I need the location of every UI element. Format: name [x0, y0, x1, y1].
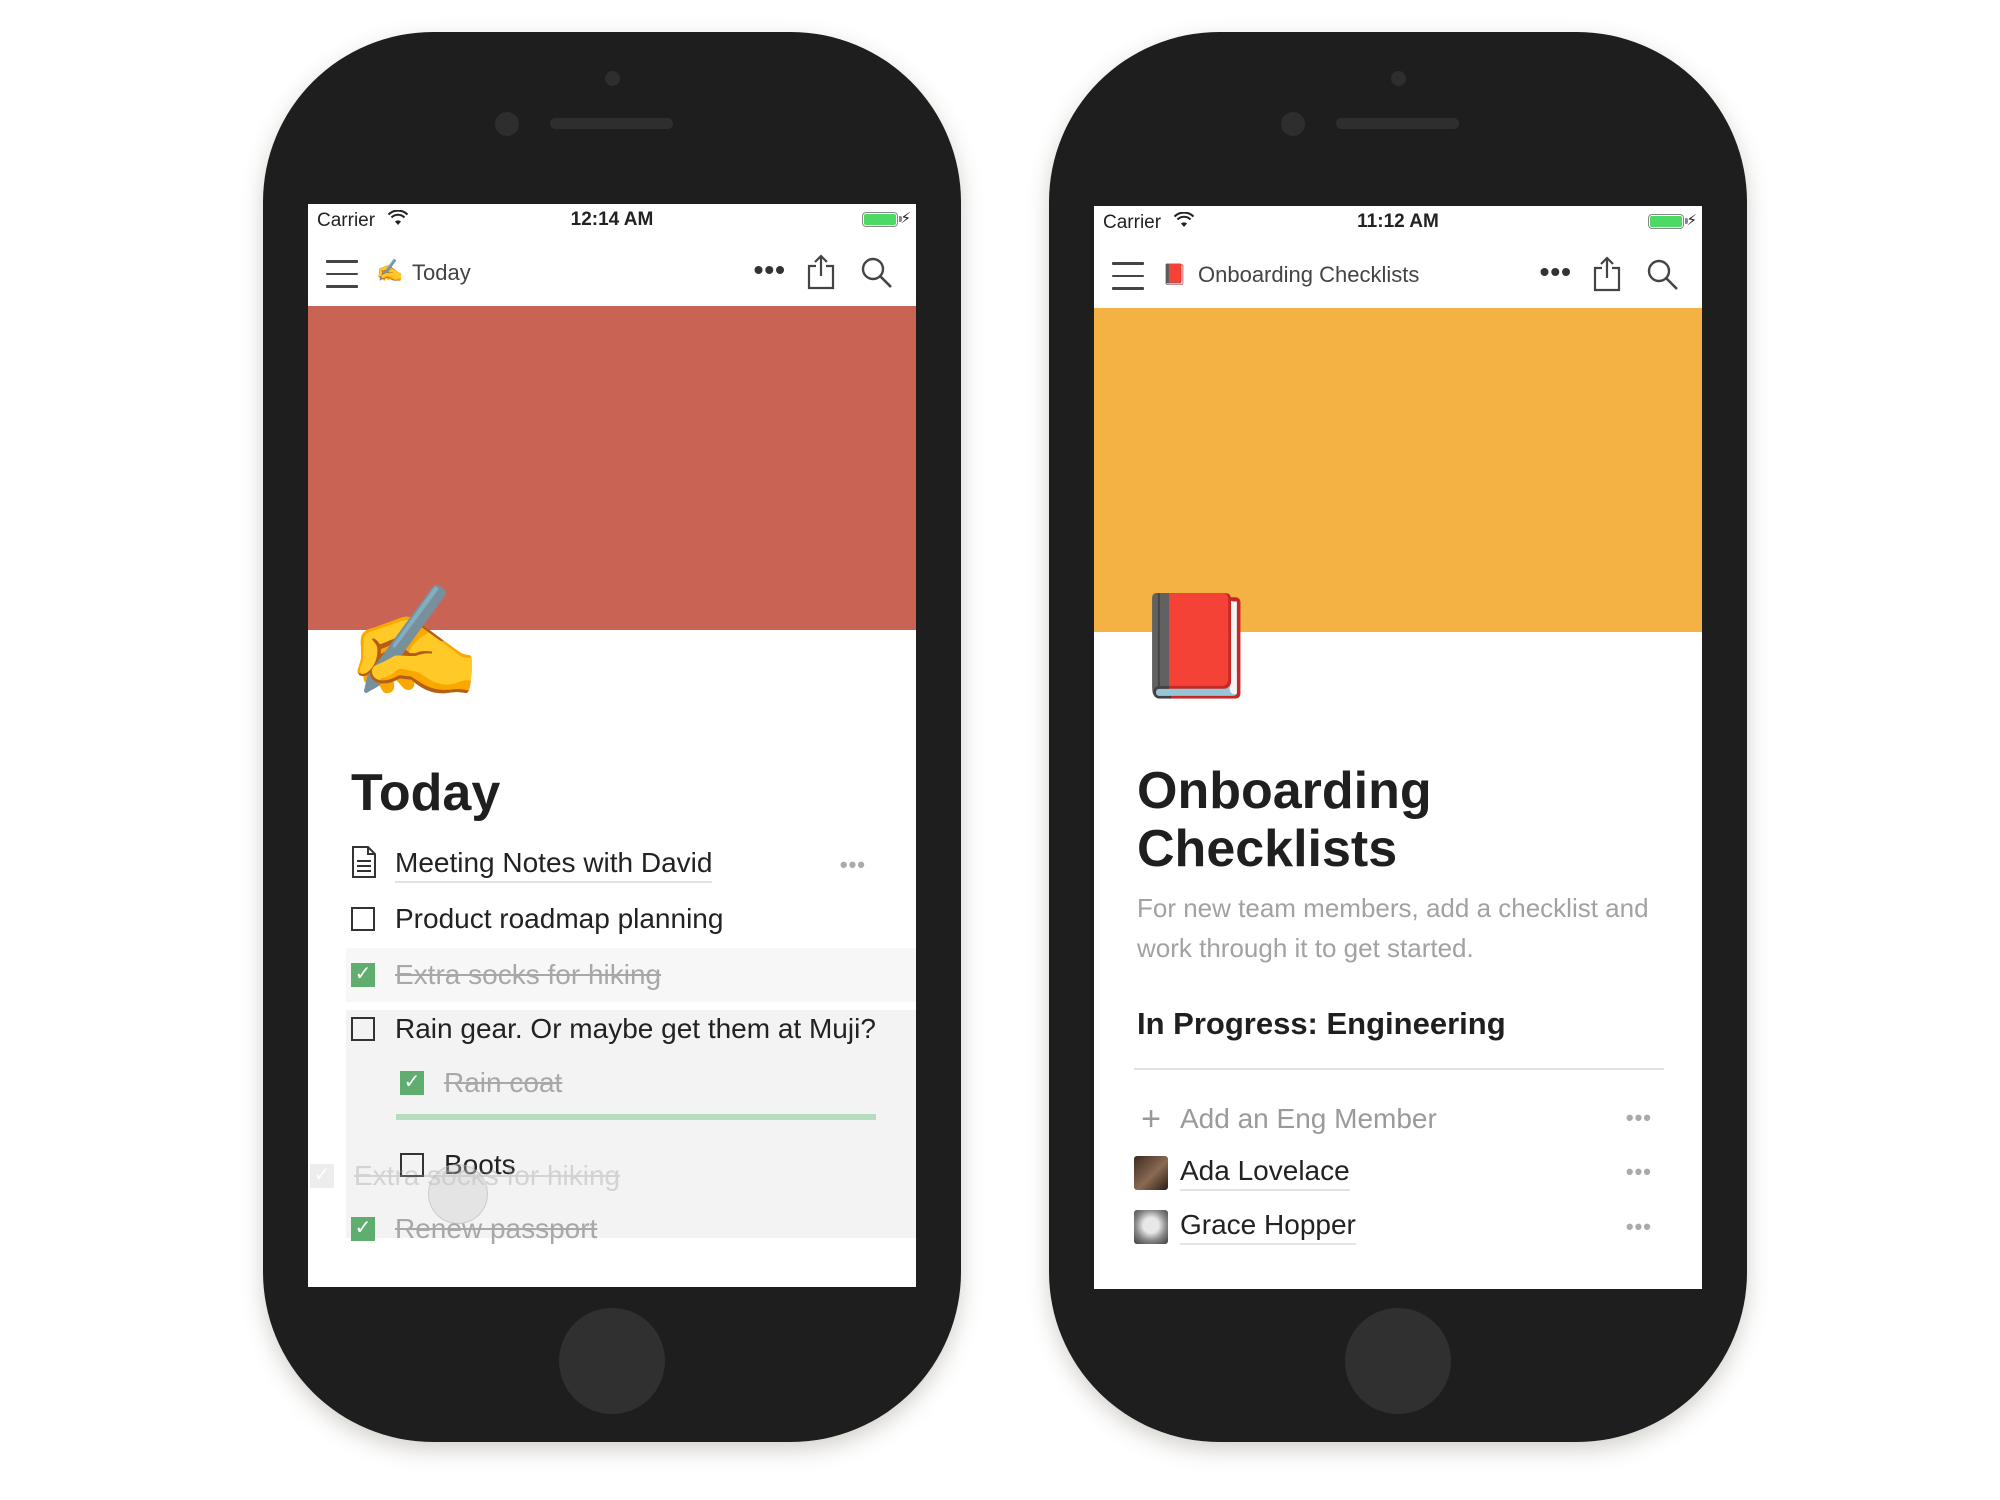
page-cover[interactable]: [1094, 308, 1702, 632]
plus-icon: +: [1141, 1099, 1161, 1138]
add-member-button[interactable]: + Add an Eng Member: [1134, 1094, 1674, 1144]
member-more-button[interactable]: •••: [1626, 1214, 1652, 1240]
page-icon-writing-hand[interactable]: ✍️: [346, 588, 483, 698]
front-camera: [1391, 71, 1406, 86]
hamburger-menu-icon[interactable]: [326, 260, 358, 288]
page-link-text[interactable]: Meeting Notes with David: [395, 847, 713, 883]
checkbox-checked[interactable]: ✓: [351, 963, 375, 987]
phone-device-today: Carrier 12:14 AM ⚡ ✍️ Today ••• ✍️ Today: [263, 32, 961, 1442]
section-heading[interactable]: In Progress: Engineering: [1137, 1006, 1506, 1042]
front-camera: [605, 71, 620, 86]
more-options-button[interactable]: •••: [1540, 256, 1572, 288]
status-bar: Carrier 12:14 AM ⚡: [308, 204, 916, 240]
proximity-sensor: [1281, 112, 1305, 136]
block-more-button[interactable]: •••: [840, 852, 866, 878]
page-icon-red-book[interactable]: 📕: [1134, 596, 1259, 696]
hamburger-menu-icon[interactable]: [1112, 262, 1144, 290]
share-icon[interactable]: [1592, 256, 1622, 297]
add-member-label: Add an Eng Member: [1180, 1103, 1437, 1134]
member-row[interactable]: Grace Hopper: [1134, 1202, 1674, 1252]
status-bar: Carrier 11:12 AM ⚡: [1094, 206, 1702, 242]
checkbox-checked: ✓: [310, 1164, 334, 1188]
avatar: [1134, 1156, 1168, 1190]
todo-text[interactable]: Rain gear. Or maybe get them at Muji?: [395, 1013, 876, 1045]
page-title[interactable]: Today: [351, 764, 500, 822]
member-row[interactable]: Ada Lovelace: [1134, 1148, 1674, 1198]
todo-item: ✓ Extra socks for hiking: [351, 950, 661, 1000]
charging-bolt-icon: ⚡: [1686, 212, 1697, 229]
todo-item: Rain gear. Or maybe get them at Muji?: [351, 1004, 876, 1054]
checkbox-checked[interactable]: ✓: [400, 1071, 424, 1095]
todo-text[interactable]: Extra socks for hiking: [395, 959, 661, 991]
breadcrumb-title[interactable]: Today: [412, 260, 471, 286]
checkbox[interactable]: [351, 1017, 375, 1041]
todo-text[interactable]: Product roadmap planning: [395, 903, 723, 935]
member-name[interactable]: Grace Hopper: [1180, 1209, 1356, 1245]
home-button[interactable]: [559, 1308, 665, 1414]
todo-item-nested: ✓ Rain coat: [400, 1058, 562, 1108]
todo-text[interactable]: Rain coat: [444, 1067, 562, 1099]
battery-icon: [862, 212, 902, 227]
nav-bar: 📕 Onboarding Checklists •••: [1094, 242, 1702, 308]
avatar: [1134, 1210, 1168, 1244]
todo-item: Product roadmap planning: [351, 894, 723, 944]
share-icon[interactable]: [806, 254, 836, 295]
page-title-line2: Checklists: [1137, 820, 1398, 878]
document-icon: [351, 845, 377, 885]
proximity-sensor: [495, 112, 519, 136]
page-emoji-icon: ✍️: [376, 258, 404, 283]
screen: Carrier 12:14 AM ⚡ ✍️ Today ••• ✍️ Today: [308, 204, 916, 1287]
todo-text[interactable]: Renew passport: [395, 1213, 597, 1245]
page-link-block[interactable]: Meeting Notes with David: [351, 840, 891, 890]
drop-indicator: [396, 1114, 876, 1120]
phone-device-onboarding: Carrier 11:12 AM ⚡ 📕 Onboarding Checklis…: [1049, 32, 1747, 1442]
member-name[interactable]: Ada Lovelace: [1180, 1155, 1350, 1191]
page-title[interactable]: Onboarding Checklists: [1137, 762, 1432, 878]
member-more-button[interactable]: •••: [1626, 1159, 1652, 1185]
screen: Carrier 11:12 AM ⚡ 📕 Onboarding Checklis…: [1094, 206, 1702, 1289]
earpiece-speaker: [1336, 118, 1459, 129]
earpiece-speaker: [550, 118, 673, 129]
nav-bar: ✍️ Today •••: [308, 240, 916, 306]
charging-bolt-icon: ⚡: [900, 210, 911, 227]
add-row-more-button[interactable]: •••: [1626, 1105, 1652, 1131]
checkbox-checked[interactable]: ✓: [351, 1217, 375, 1241]
breadcrumb-title[interactable]: Onboarding Checklists: [1198, 262, 1419, 288]
todo-item: ✓ Renew passport: [351, 1204, 597, 1254]
search-icon[interactable]: [860, 256, 894, 295]
clock: 12:14 AM: [570, 209, 654, 230]
home-button[interactable]: [1345, 1308, 1451, 1414]
search-icon[interactable]: [1646, 258, 1680, 297]
page-emoji-icon: 📕: [1162, 264, 1187, 286]
page-title-line1: Onboarding: [1137, 762, 1432, 820]
divider: [1134, 1068, 1664, 1070]
battery-icon: [1648, 214, 1688, 229]
page-description[interactable]: For new team members, add a checklist an…: [1137, 888, 1667, 968]
more-options-button[interactable]: •••: [754, 254, 786, 286]
checkbox[interactable]: [351, 907, 375, 931]
clock: 11:12 AM: [1357, 211, 1439, 232]
